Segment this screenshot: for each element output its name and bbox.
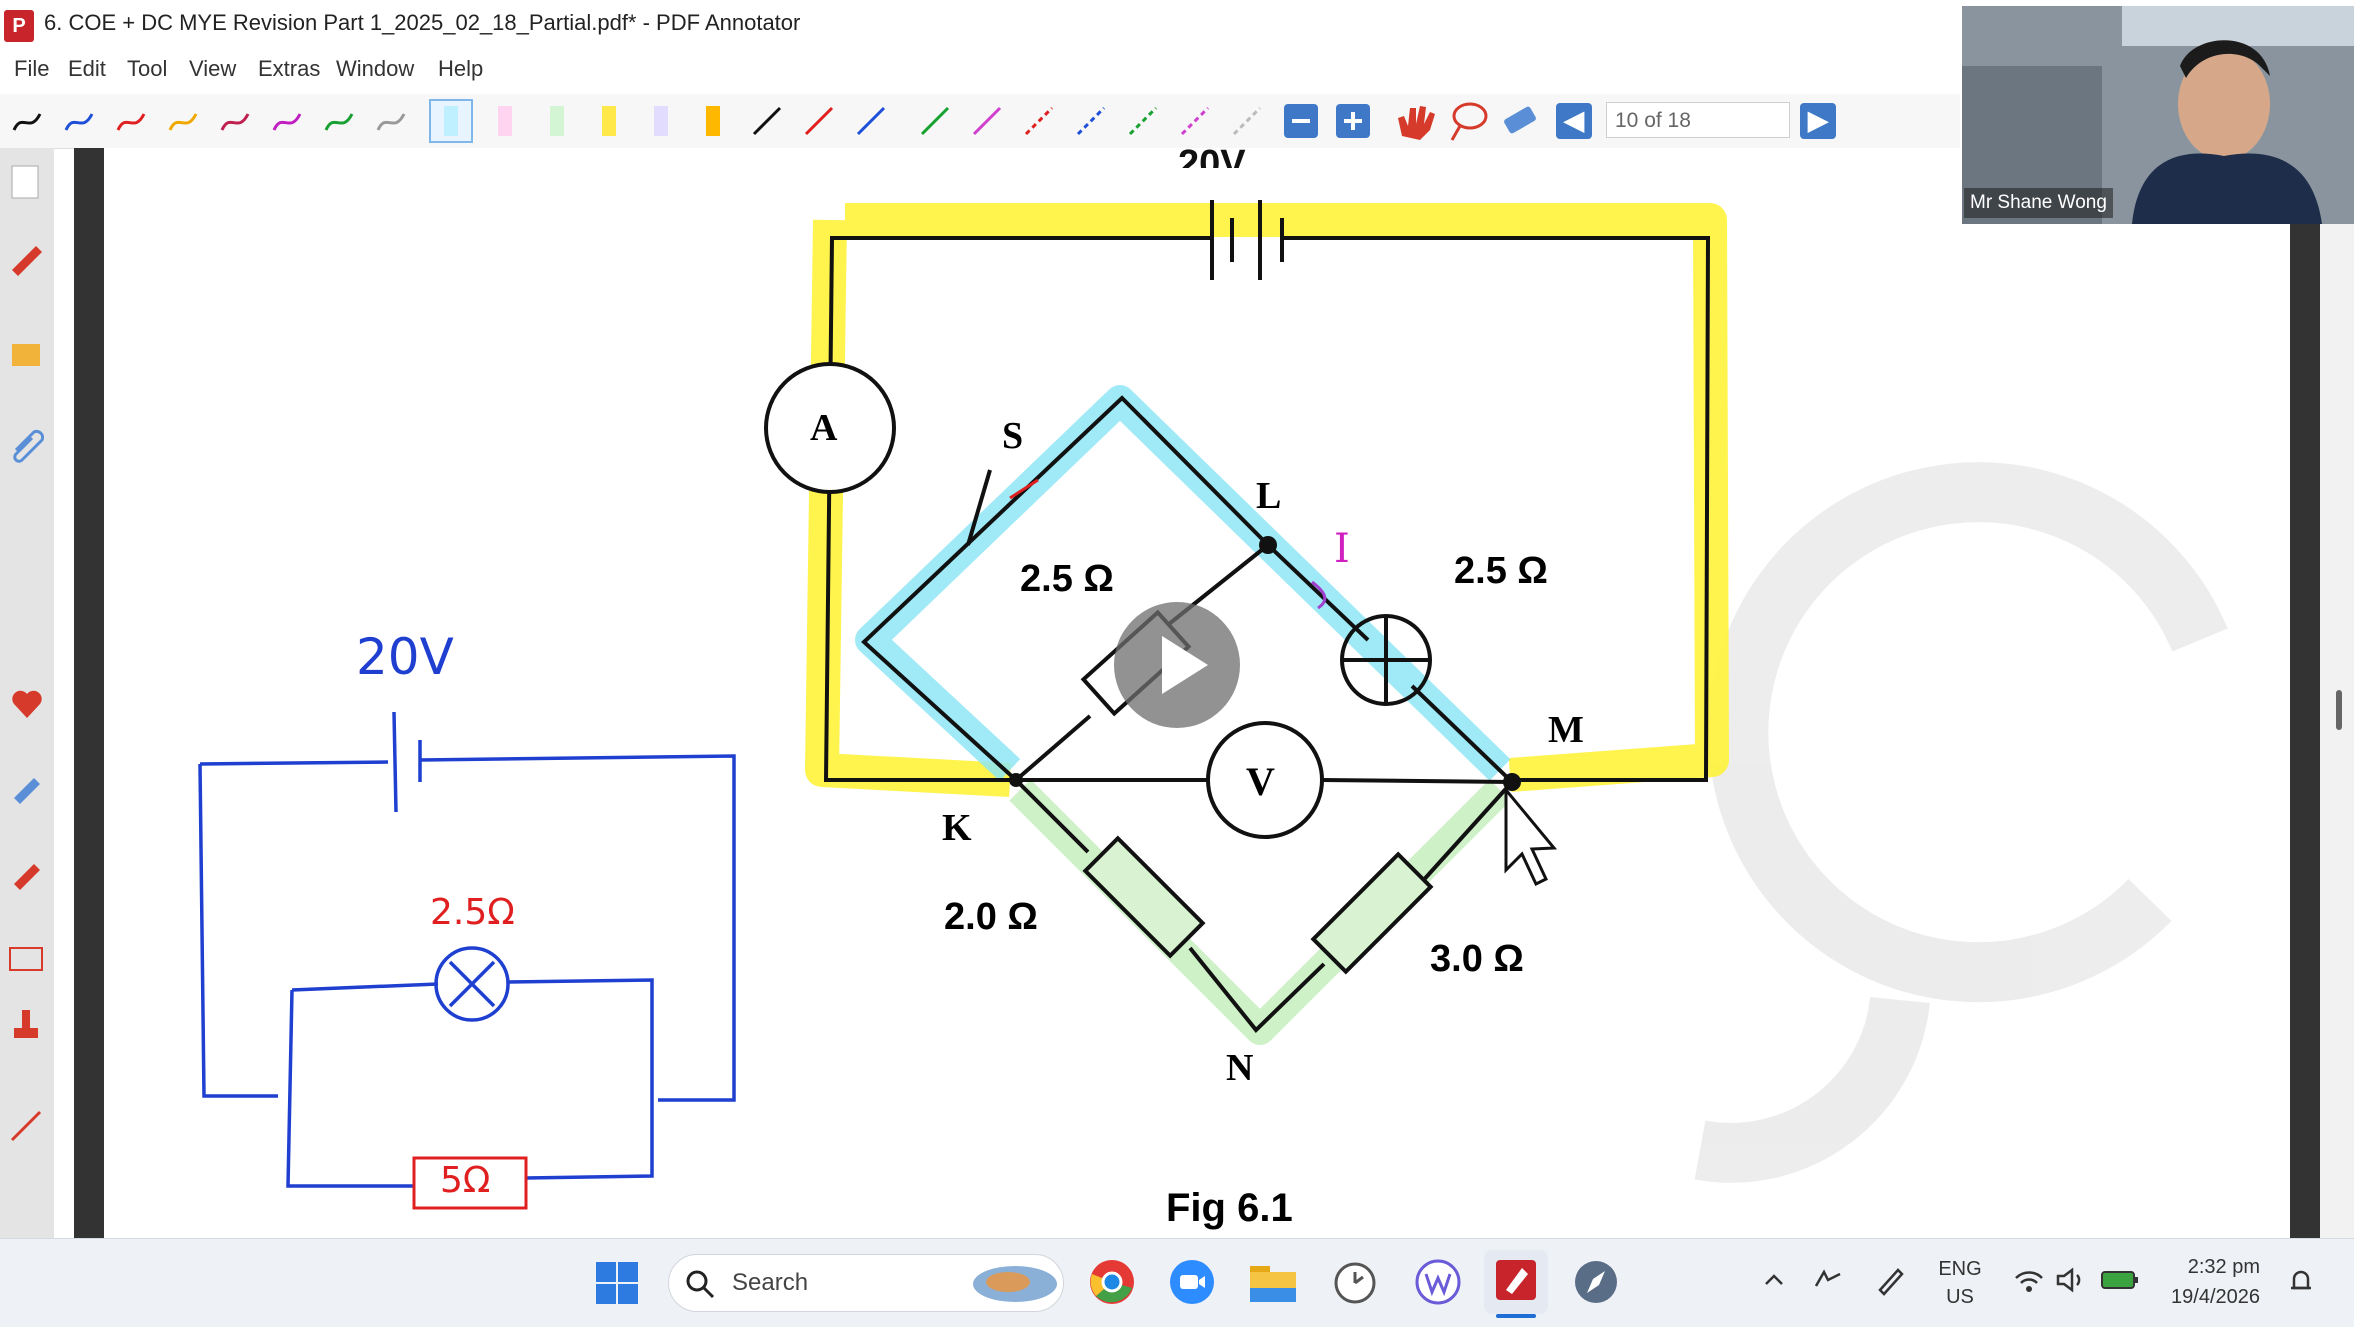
battery-icon[interactable]	[2100, 1268, 2140, 1292]
battery-label-partial: 20V	[1178, 143, 1246, 168]
zoom-icon[interactable]	[1168, 1258, 1216, 1306]
participant-name-label: Mr Shane Wong	[1964, 188, 2113, 218]
voltmeter-label: V	[1246, 759, 1275, 804]
wifi-icon[interactable]	[2012, 1266, 2046, 1294]
pdf-annotator-taskbar-icon[interactable]	[1492, 1256, 1540, 1304]
sg-watermark	[1694, 462, 2228, 1183]
handwritten-voltage: 20V	[356, 628, 454, 686]
figure-caption: Fig 6.1	[1166, 1186, 1293, 1230]
resistor-label-kn: 2.0 Ω	[944, 896, 1038, 938]
search-icon	[686, 1270, 715, 1299]
volume-icon[interactable]	[2054, 1266, 2088, 1294]
resistor-label-lm: 2.5 Ω	[1454, 550, 1548, 592]
node-s-label: S	[1002, 415, 1024, 457]
clock-app-icon[interactable]	[1330, 1256, 1380, 1306]
notification-bell-icon[interactable]	[2286, 1266, 2316, 1296]
clock-time[interactable]: 2:32 pm	[2160, 1256, 2260, 1279]
play-icon	[1162, 636, 1208, 694]
active-app-indicator	[1496, 1314, 1536, 1318]
start-menu-icon[interactable]	[594, 1260, 640, 1306]
search-highlight-icon	[973, 1266, 1057, 1302]
ammeter-label: A	[810, 407, 838, 449]
clock-date[interactable]: 19/4/2026	[2160, 1286, 2260, 1309]
safari-style-icon[interactable]	[1572, 1258, 1620, 1306]
video-play-button[interactable]	[1114, 602, 1240, 728]
language-bottom[interactable]: US	[1930, 1286, 1990, 1309]
file-explorer-icon[interactable]	[1248, 1260, 1298, 1304]
chrome-icon[interactable]	[1088, 1258, 1136, 1306]
whiteboard-app-icon[interactable]	[1414, 1258, 1462, 1306]
node-m-label: M	[1548, 709, 1584, 751]
pen-tray-icon[interactable]	[1874, 1264, 1906, 1296]
handwritten-lamp-resistance: 2.5Ω	[430, 892, 515, 933]
handwritten-resistor: 5Ω	[440, 1160, 491, 1201]
resistor-label-nm: 3.0 Ω	[1430, 938, 1524, 980]
current-label: I	[1334, 526, 1350, 572]
node-k-label: K	[942, 807, 972, 849]
resistor-label-kl: 2.5 Ω	[1020, 558, 1114, 600]
language-top[interactable]: ENG	[1930, 1258, 1990, 1281]
node-n-label: N	[1226, 1047, 1254, 1089]
ink-workspace-icon[interactable]	[1810, 1266, 1850, 1294]
node-l-label: L	[1256, 475, 1282, 517]
search-placeholder: Search	[732, 1269, 809, 1296]
chevron-up-icon[interactable]	[1762, 1270, 1786, 1290]
